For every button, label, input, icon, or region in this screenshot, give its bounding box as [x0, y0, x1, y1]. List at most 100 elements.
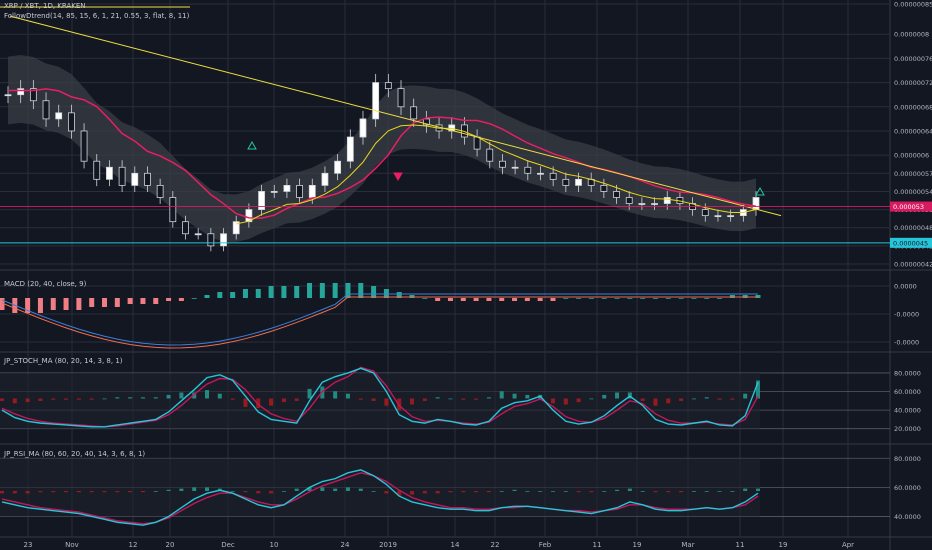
price-tick-label: 0.00000068	[894, 103, 932, 111]
candle-body	[524, 166, 532, 174]
candle-body	[296, 184, 303, 198]
macd-bar	[691, 298, 697, 299]
macd-bar	[50, 298, 56, 310]
x-tick-label: Apr	[842, 541, 854, 549]
stoch-hist-bar	[615, 392, 620, 399]
macd-bar	[576, 298, 582, 299]
rsi-hist-bar	[25, 491, 30, 494]
macd-bar	[473, 298, 479, 301]
rsi-hist-bar	[179, 488, 184, 491]
macd-bar	[652, 298, 658, 299]
macd-bar	[640, 298, 646, 299]
stoch-legend[interactable]: JP_STOCH_MA (80, 20, 14, 3, 8, 1)	[4, 357, 123, 365]
candle-body	[663, 197, 671, 204]
stoch-tick-label: 20.0000	[894, 425, 921, 433]
macd-bar	[281, 286, 287, 298]
rsi-hist-bar	[525, 491, 530, 492]
candle-body	[270, 191, 278, 193]
candle-body	[118, 166, 126, 186]
candle-body	[752, 197, 760, 210]
rsi-hist-bar	[0, 491, 4, 494]
rsi-legend[interactable]: JP_RSI_MA (80, 60, 20, 40, 14, 3, 6, 8, …	[4, 450, 145, 458]
macd-bar	[76, 298, 82, 310]
macd-bar	[307, 283, 313, 298]
macd-bar	[358, 283, 364, 298]
stoch-hist-bar	[717, 398, 722, 400]
stoch-hist-bar	[653, 398, 658, 406]
stoch-hist-bar	[461, 398, 466, 400]
x-tick-label: 24	[341, 541, 350, 549]
price-tick-label: 0.00000057	[894, 170, 932, 178]
macd-bar	[588, 298, 594, 299]
candle-body	[144, 172, 151, 186]
candle-body	[651, 203, 658, 205]
rsi-hist-bar	[576, 491, 581, 493]
stoch-hist-bar	[205, 390, 210, 399]
rsi-hist-bar	[730, 491, 735, 492]
symbol-legend[interactable]: XRP / XBT, 1D, KRAKEN	[4, 2, 86, 10]
candle-body	[562, 178, 570, 186]
stoch-hist-bar	[76, 398, 81, 400]
rsi-hist-bar	[640, 491, 645, 492]
candle-body	[499, 160, 506, 168]
stoch-hist-bar	[269, 398, 274, 406]
rsi-hist-bar	[269, 491, 274, 494]
price-tick-label: 0.0000008	[894, 31, 929, 39]
macd-bar	[37, 298, 43, 313]
macd-bar	[140, 298, 146, 304]
stoch-hist-bar	[448, 398, 453, 400]
candle-body	[106, 166, 113, 180]
macd-bar	[230, 292, 236, 298]
stoch-hist-bar	[307, 388, 312, 399]
macd-legend[interactable]: MACD (20, 40, close, 9)	[4, 280, 86, 288]
rsi-hist-bar	[627, 488, 632, 491]
candle-body	[308, 184, 316, 198]
x-tick-label: 23	[24, 541, 33, 549]
trading-chart[interactable]: 23 Nov 12 20 Dec 10 24 2019 14 22 Feb 11 19 Mar 11 19 Ap…	[0, 0, 932, 550]
stoch-hist-bar	[474, 398, 479, 400]
macd-bar	[89, 298, 95, 307]
rsi-hist-bar	[89, 491, 94, 493]
candle-body	[486, 148, 494, 162]
macd-bar	[255, 289, 261, 298]
price-tick-label: 0.00000064	[894, 127, 932, 135]
stoch-hist-bar	[640, 398, 645, 401]
rsi-hist-bar	[281, 491, 286, 492]
stoch-pane[interactable]	[0, 366, 760, 429]
rsi-hist-bar	[538, 491, 543, 492]
rsi-hist-bar	[205, 487, 210, 491]
candle-body	[321, 172, 329, 186]
stoch-hist-bar	[243, 398, 248, 407]
candle-body	[613, 191, 620, 198]
stoch-hist-bar	[576, 398, 581, 403]
stoch-hist-bar	[64, 398, 69, 400]
candle-body	[359, 118, 367, 138]
macd-bar	[204, 295, 210, 298]
rsi-hist-bar	[333, 488, 338, 491]
candle-body	[600, 184, 608, 192]
x-tick-label: 20	[166, 541, 175, 549]
rsi-hist-bar	[358, 488, 363, 491]
rsi-hist-bar	[666, 491, 671, 493]
macd-bar	[242, 289, 248, 298]
macd-bar	[627, 298, 633, 299]
macd-bar	[550, 298, 556, 301]
rsi-pane[interactable]	[0, 458, 760, 526]
candle-body	[67, 112, 75, 132]
rsi-hist-bar	[410, 491, 415, 495]
stoch-hist-bar	[384, 398, 389, 406]
candle-body	[156, 184, 164, 198]
stoch-hist-bar	[230, 398, 235, 400]
rsi-hist-bar	[153, 491, 158, 492]
price-tick-label: 0.0000006	[894, 152, 929, 160]
rsi-hist-bar	[550, 491, 555, 492]
stoch-hist-bar	[358, 398, 363, 400]
stoch-hist-bar	[115, 397, 120, 399]
candle-body	[80, 130, 88, 162]
x-tick-label: 19	[779, 541, 788, 549]
indicator-legend[interactable]: FollowDtrend(14, 85, 15, 6, 1, 21, 0.55,…	[4, 12, 189, 20]
stoch-hist-bar	[333, 391, 338, 399]
rsi-hist-bar	[756, 488, 760, 491]
price-tick-label: 0.00000072	[894, 79, 932, 87]
x-tick-label: 11	[593, 541, 602, 549]
